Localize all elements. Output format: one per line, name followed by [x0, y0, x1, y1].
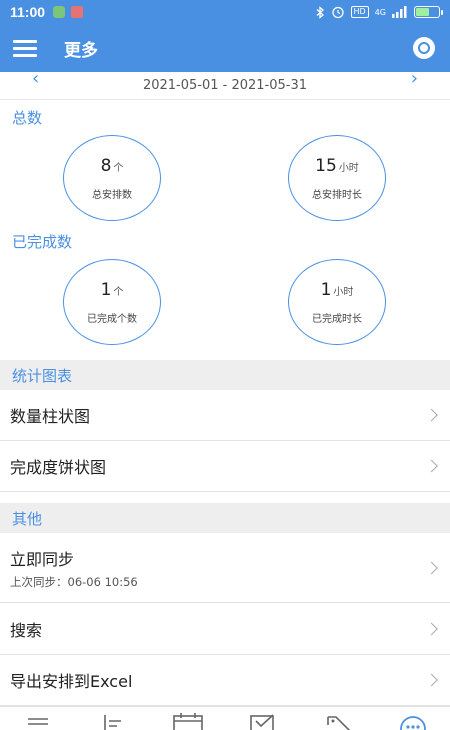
- last-sync-text: 上次同步：06-06 10:56: [10, 574, 138, 589]
- export-excel-row[interactable]: 导出安排到Excel: [0, 655, 450, 706]
- total-hours-unit: 小时: [338, 162, 359, 174]
- chevron-right-icon: [425, 673, 438, 687]
- more-icon[interactable]: [393, 707, 433, 730]
- sync-row[interactable]: 立即同步 上次同步：06-06 10:56: [0, 533, 450, 603]
- app-bar: 更多: [0, 24, 450, 72]
- completed-count-unit: 个: [113, 286, 124, 298]
- status-bar: 11:00 HD 4G: [0, 0, 450, 24]
- status-time: 11:00: [10, 4, 46, 20]
- completed-section-title: 已完成数: [12, 233, 73, 251]
- chevron-right-icon: [425, 459, 438, 473]
- total-count-label: 总安排数: [92, 189, 132, 201]
- charts-section-header: 统计图表: [0, 360, 450, 390]
- pie-chart-row[interactable]: 完成度饼状图: [0, 441, 450, 492]
- menu-icon[interactable]: [0, 24, 50, 72]
- next-month-icon[interactable]: ›: [411, 68, 418, 89]
- list-icon[interactable]: [18, 707, 58, 730]
- bar-chart-label: 数量柱状图: [10, 407, 91, 426]
- page-title: 更多: [64, 40, 98, 61]
- chevron-right-icon: [425, 561, 438, 574]
- checklist-icon[interactable]: [243, 707, 283, 730]
- bar-chart-row[interactable]: 数量柱状图: [0, 390, 450, 441]
- date-range-text: 2021-05-01 - 2021-05-31: [142, 78, 308, 93]
- alarm-icon: [331, 6, 344, 19]
- hd-badge: HD: [350, 6, 369, 18]
- completed-count-circle: 1个 已完成个数: [63, 259, 161, 345]
- tag-icon[interactable]: [318, 707, 358, 730]
- total-hours-value: 15: [315, 155, 337, 176]
- completed-count-label: 已完成个数: [87, 313, 137, 325]
- completed-hours-unit: 小时: [333, 286, 354, 298]
- total-count-circle: 8个 总安排数: [63, 135, 161, 221]
- prev-month-icon[interactable]: ‹: [32, 68, 39, 89]
- pie-chart-label: 完成度饼状图: [10, 458, 107, 477]
- calendar-icon[interactable]: [168, 707, 208, 730]
- network-type: 4G: [374, 7, 386, 17]
- totals-section-title: 总数: [12, 109, 43, 127]
- chevron-right-icon: [425, 622, 438, 635]
- calendar-notification-icon: [71, 6, 84, 18]
- total-count-unit: 个: [113, 162, 124, 174]
- search-row[interactable]: 搜索: [0, 603, 450, 655]
- chevron-right-icon: [425, 408, 438, 422]
- agenda-icon[interactable]: [93, 707, 133, 730]
- other-section-header: 其他: [0, 503, 450, 533]
- bluetooth-icon: [316, 5, 324, 19]
- completed-hours-value: 1: [320, 279, 332, 300]
- export-excel-label: 导出安排到Excel: [10, 672, 133, 691]
- search-label: 搜索: [10, 620, 43, 640]
- bottom-tab-bar: [0, 706, 450, 730]
- completed-count-value: 1: [100, 279, 112, 300]
- date-range-bar: ‹ 2021-05-01 - 2021-05-31 ›: [0, 68, 450, 100]
- sync-label: 立即同步: [10, 549, 75, 569]
- total-hours-circle: 15 小时 总安排时长: [288, 135, 386, 221]
- total-hours-label: 总安排时长: [312, 189, 362, 201]
- signal-icon: [392, 6, 407, 18]
- completed-hours-label: 已完成时长: [312, 313, 362, 325]
- total-count-value: 8: [100, 155, 112, 176]
- completed-hours-circle: 1 小时 已完成时长: [288, 259, 386, 345]
- app-notification-icon: [53, 6, 66, 18]
- settings-icon[interactable]: [411, 35, 437, 61]
- battery-icon: [414, 6, 443, 18]
